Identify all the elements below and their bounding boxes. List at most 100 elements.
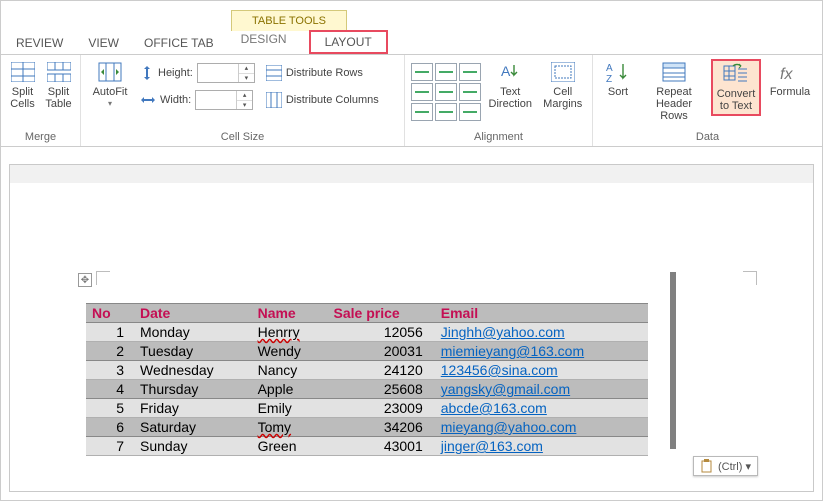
distribute-rows-button[interactable]: Distribute Rows — [266, 61, 379, 85]
group-label-data: Data — [593, 129, 822, 146]
height-input[interactable]: ▴▾ — [197, 63, 255, 83]
table-row[interactable]: 7SundayGreen43001 jinger@163.com — [86, 437, 648, 456]
distribute-columns-label: Distribute Columns — [286, 94, 379, 106]
table-row[interactable]: 3WednesdayNancy24120 123456@sina.com — [86, 361, 648, 380]
align-middle-right-button[interactable] — [459, 83, 481, 101]
table-header-row[interactable]: No Date Name Sale price Email — [86, 304, 648, 323]
align-bottom-right-button[interactable] — [459, 103, 481, 121]
col-date[interactable]: Date — [134, 304, 252, 323]
cell-name[interactable]: Apple — [252, 380, 328, 399]
spinner-up-icon[interactable]: ▴ — [239, 64, 254, 74]
cell-no[interactable]: 3 — [86, 361, 134, 380]
cell-name[interactable]: Emily — [252, 399, 328, 418]
paste-options-button[interactable]: (Ctrl) ▾ — [693, 456, 758, 476]
spinner-down-icon[interactable]: ▾ — [237, 101, 252, 110]
cell-email[interactable]: 123456@sina.com — [435, 361, 648, 380]
cell-price[interactable]: 12056 — [328, 323, 435, 342]
repeat-header-rows-button[interactable]: Repeat Header Rows — [642, 59, 706, 122]
cell-price[interactable]: 20031 — [328, 342, 435, 361]
text-direction-button[interactable]: A Text Direction — [486, 59, 534, 110]
cell-date[interactable]: Tuesday — [134, 342, 252, 361]
width-field[interactable] — [196, 91, 236, 109]
cell-no[interactable]: 4 — [86, 380, 134, 399]
email-link[interactable]: jinger@163.com — [441, 438, 543, 454]
width-input[interactable]: ▴▾ — [195, 90, 253, 110]
align-top-left-button[interactable] — [411, 63, 433, 81]
height-field[interactable] — [198, 64, 238, 82]
cell-date[interactable]: Thursday — [134, 380, 252, 399]
cell-name[interactable]: Tomy — [252, 418, 328, 437]
tab-layout[interactable]: LAYOUT — [309, 30, 388, 54]
email-link[interactable]: yangsky@gmail.com — [441, 381, 570, 397]
convert-to-text-button[interactable]: Convert to Text — [711, 59, 761, 116]
cell-price[interactable]: 34206 — [328, 418, 435, 437]
cell-email[interactable]: Jinghh@yahoo.com — [435, 323, 648, 342]
cell-email[interactable]: miemieyang@163.com — [435, 342, 648, 361]
cell-name[interactable]: Wendy — [252, 342, 328, 361]
formula-button[interactable]: fx Formula — [766, 59, 814, 98]
cell-date[interactable]: Friday — [134, 399, 252, 418]
email-link[interactable]: miemieyang@163.com — [441, 343, 584, 359]
tab-review[interactable]: REVIEW — [16, 36, 63, 50]
cell-no[interactable]: 1 — [86, 323, 134, 342]
email-link[interactable]: 123456@sina.com — [441, 362, 558, 378]
cell-no[interactable]: 2 — [86, 342, 134, 361]
spinner-down-icon[interactable]: ▾ — [239, 74, 254, 83]
svg-text:A: A — [606, 63, 613, 74]
cell-date[interactable]: Monday — [134, 323, 252, 342]
sort-button[interactable]: AZ Sort — [599, 59, 637, 98]
align-top-right-button[interactable] — [459, 63, 481, 81]
tab-design[interactable]: DESIGN — [241, 32, 287, 54]
align-bottom-left-button[interactable] — [411, 103, 433, 121]
table-row[interactable]: 4ThursdayApple25608 yangsky@gmail.com — [86, 380, 648, 399]
table-row[interactable]: 6SaturdayTomy34206 mieyang@yahoo.com — [86, 418, 648, 437]
cell-date[interactable]: Saturday — [134, 418, 252, 437]
cell-name[interactable]: Henrry — [252, 323, 328, 342]
align-bottom-center-button[interactable] — [435, 103, 457, 121]
cell-no[interactable]: 5 — [86, 399, 134, 418]
cell-no[interactable]: 7 — [86, 437, 134, 456]
group-label-cellsize: Cell Size — [81, 129, 404, 146]
table-move-handle[interactable]: ✥ — [78, 273, 92, 287]
cell-price[interactable]: 24120 — [328, 361, 435, 380]
document-area[interactable]: ✥ No Date Name Sale price Email 1MondayH… — [9, 164, 814, 492]
tab-view[interactable]: VIEW — [88, 36, 119, 50]
col-price[interactable]: Sale price — [328, 304, 435, 323]
distribute-rows-icon — [266, 65, 282, 81]
align-top-center-button[interactable] — [435, 63, 457, 81]
email-link[interactable]: abcde@163.com — [441, 400, 547, 416]
cell-date[interactable]: Wednesday — [134, 361, 252, 380]
cell-name[interactable]: Nancy — [252, 361, 328, 380]
cell-email[interactable]: jinger@163.com — [435, 437, 648, 456]
cell-email[interactable]: mieyang@yahoo.com — [435, 418, 648, 437]
table-row[interactable]: 2TuesdayWendy20031 miemieyang@163.com — [86, 342, 648, 361]
width-label: Width: — [160, 94, 191, 106]
cell-email[interactable]: yangsky@gmail.com — [435, 380, 648, 399]
cell-price[interactable]: 43001 — [328, 437, 435, 456]
col-name[interactable]: Name — [252, 304, 328, 323]
group-label-alignment: Alignment — [405, 129, 592, 146]
cell-name[interactable]: Green — [252, 437, 328, 456]
cell-email[interactable]: abcde@163.com — [435, 399, 648, 418]
col-email[interactable]: Email — [435, 304, 648, 323]
email-link[interactable]: mieyang@yahoo.com — [441, 419, 577, 435]
col-no[interactable]: No — [86, 304, 134, 323]
align-middle-center-button[interactable] — [435, 83, 457, 101]
table-row[interactable]: 1MondayHenrry12056 Jinghh@yahoo.com — [86, 323, 648, 342]
cell-price[interactable]: 25608 — [328, 380, 435, 399]
autofit-button[interactable]: AutoFit ▾ — [87, 59, 133, 110]
cell-no[interactable]: 6 — [86, 418, 134, 437]
split-table-button[interactable]: Split Table — [43, 59, 74, 110]
spinner-up-icon[interactable]: ▴ — [237, 91, 252, 101]
table-row[interactable]: 5FridayEmily23009 abcde@163.com — [86, 399, 648, 418]
sort-icon: AZ — [605, 61, 631, 83]
distribute-columns-button[interactable]: Distribute Columns — [266, 88, 379, 112]
split-cells-button[interactable]: Split Cells — [7, 59, 38, 110]
tab-office-tab[interactable]: OFFICE TAB — [144, 36, 214, 50]
align-middle-left-button[interactable] — [411, 83, 433, 101]
cell-margins-button[interactable]: Cell Margins — [539, 59, 586, 110]
email-link[interactable]: Jinghh@yahoo.com — [441, 324, 565, 340]
cell-price[interactable]: 23009 — [328, 399, 435, 418]
data-table[interactable]: No Date Name Sale price Email 1MondayHen… — [86, 303, 648, 456]
cell-date[interactable]: Sunday — [134, 437, 252, 456]
